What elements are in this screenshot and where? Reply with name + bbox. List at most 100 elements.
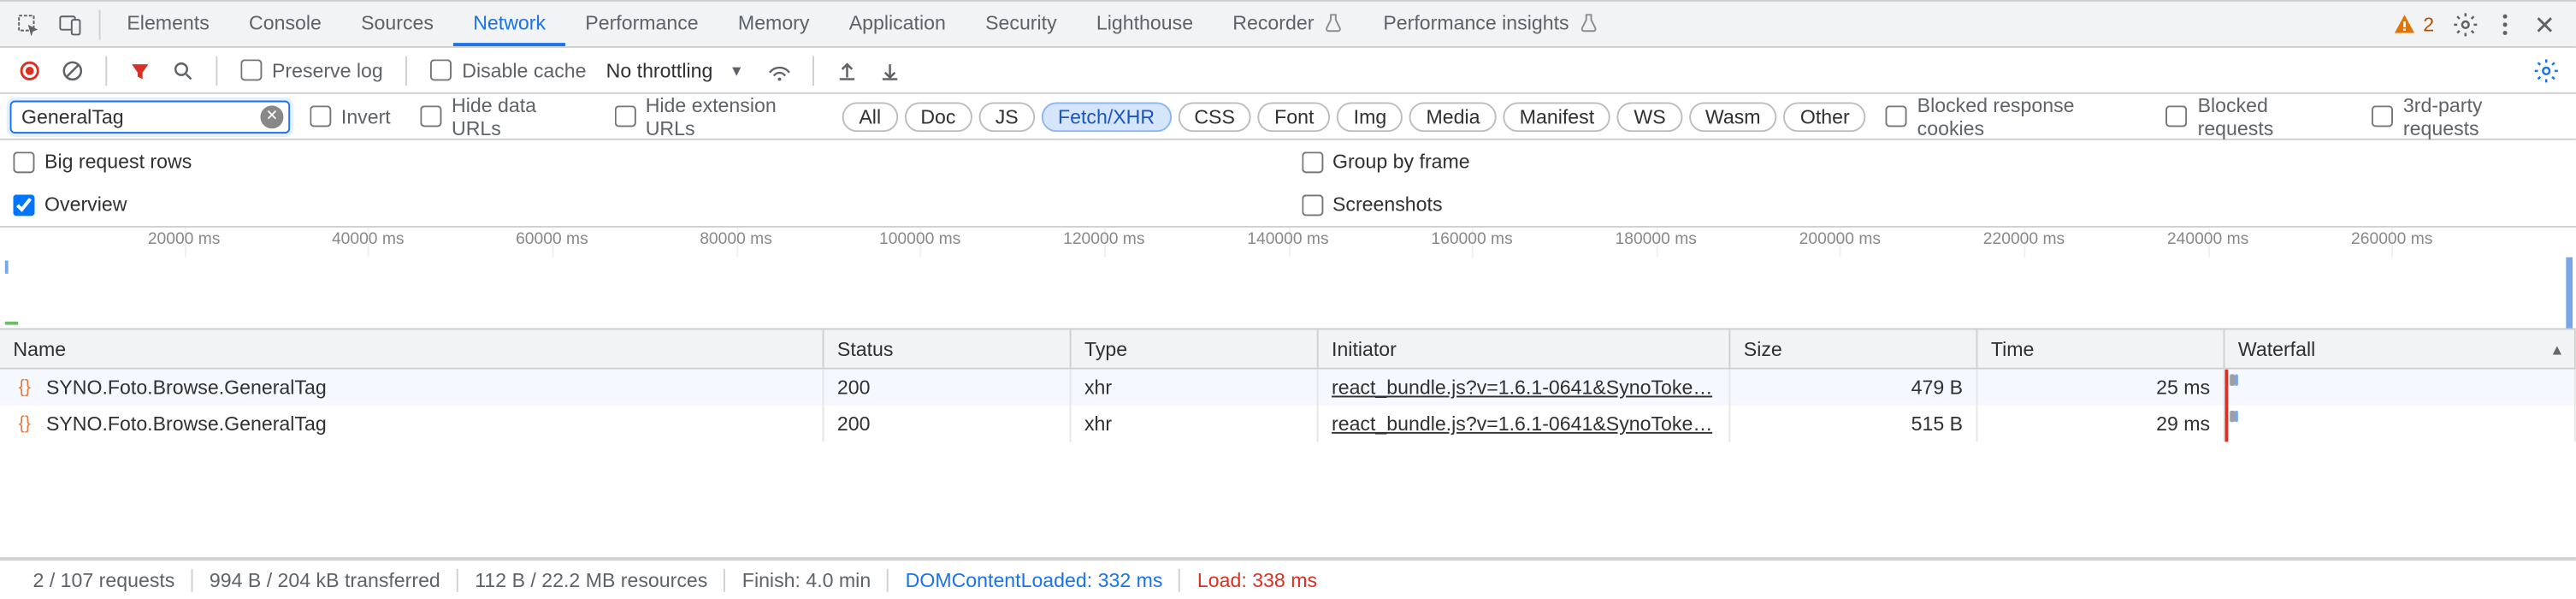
tab-lighthouse[interactable]: Lighthouse bbox=[1077, 2, 1213, 46]
resource-type-filters: AllDocJSFetch/XHRCSSFontImgMediaManifest… bbox=[842, 102, 1866, 132]
tick-label: 240000 ms bbox=[2167, 231, 2248, 249]
filter-icon[interactable] bbox=[121, 50, 160, 90]
network-conditions-icon[interactable] bbox=[760, 50, 800, 90]
clear-button[interactable] bbox=[53, 50, 92, 90]
network-options: Big request rows Overview Group by frame… bbox=[0, 140, 2576, 228]
network-toolbar: Preserve log Disable cache No throttling… bbox=[0, 48, 2576, 94]
hide-extension-urls-checkbox[interactable]: Hide extension URLs bbox=[605, 93, 833, 139]
clear-filter-icon[interactable]: ✕ bbox=[260, 104, 283, 128]
timeline-scrub[interactable] bbox=[0, 258, 2576, 329]
upload-har-icon[interactable] bbox=[828, 50, 867, 90]
type-filter-css[interactable]: CSS bbox=[1178, 102, 1251, 132]
third-party-label: 3rd-party requests bbox=[2403, 93, 2556, 139]
type-filter-js[interactable]: JS bbox=[978, 102, 1035, 132]
table-row[interactable]: {}SYNO.Foto.Browse.GeneralTag200xhrreact… bbox=[0, 370, 2576, 406]
gear-icon[interactable] bbox=[2448, 6, 2484, 42]
col-waterfall-label: Waterfall bbox=[2238, 337, 2315, 360]
type-filter-fetch-xhr[interactable]: Fetch/XHR bbox=[1042, 102, 1172, 132]
tab-security[interactable]: Security bbox=[966, 2, 1077, 46]
col-initiator[interactable]: Initiator bbox=[1319, 329, 1731, 367]
cell-initiator: react_bundle.js?v=1.6.1-0641&SynoToke… bbox=[1319, 406, 1731, 442]
blocked-requests-label: Blocked requests bbox=[2198, 93, 2343, 139]
type-filter-all[interactable]: All bbox=[842, 102, 897, 132]
tick-label: 60000 ms bbox=[516, 231, 588, 249]
tick-label: 260000 ms bbox=[2351, 231, 2432, 249]
col-time[interactable]: Time bbox=[1977, 329, 2224, 367]
requests-grid: Name Status Type Initiator Size Time Wat… bbox=[0, 329, 2576, 559]
tab-performance-insights[interactable]: Performance insights bbox=[1363, 2, 1618, 46]
tab-application[interactable]: Application bbox=[830, 2, 966, 46]
type-filter-other[interactable]: Other bbox=[1784, 102, 1866, 132]
disable-cache-label: Disable cache bbox=[462, 58, 586, 81]
timeline-end-handle[interactable] bbox=[2566, 258, 2573, 329]
warnings-badge[interactable]: 2 bbox=[2384, 12, 2444, 35]
search-icon[interactable] bbox=[163, 50, 203, 90]
col-type[interactable]: Type bbox=[1072, 329, 1319, 367]
separator bbox=[105, 56, 107, 86]
cell-waterfall bbox=[2224, 406, 2575, 442]
col-waterfall[interactable]: Waterfall▲ bbox=[2224, 329, 2575, 367]
record-button[interactable] bbox=[10, 50, 50, 90]
screenshots-checkbox[interactable]: Screenshots bbox=[1301, 193, 1442, 216]
cell-type: xhr bbox=[1072, 406, 1319, 442]
blocked-response-checkbox[interactable]: Blocked response cookies bbox=[1876, 93, 2146, 139]
tab-memory[interactable]: Memory bbox=[718, 2, 830, 46]
invert-label: Invert bbox=[341, 104, 391, 128]
throttling-value: No throttling bbox=[606, 58, 713, 81]
initiator-link[interactable]: react_bundle.js?v=1.6.1-0641&SynoToke… bbox=[1332, 412, 1712, 436]
type-filter-doc[interactable]: Doc bbox=[904, 102, 972, 132]
timeline-overview[interactable]: 20000 ms40000 ms60000 ms80000 ms100000 m… bbox=[0, 228, 2576, 329]
status-transferred: 994 B / 204 kB transferred bbox=[193, 568, 458, 591]
third-party-checkbox[interactable]: 3rd-party requests bbox=[2362, 93, 2567, 139]
cell-type: xhr bbox=[1072, 370, 1319, 406]
hide-data-urls-checkbox[interactable]: Hide data URLs bbox=[411, 93, 594, 139]
tab-performance[interactable]: Performance bbox=[565, 2, 718, 46]
type-filter-manifest[interactable]: Manifest bbox=[1503, 102, 1610, 132]
blocked-requests-checkbox[interactable]: Blocked requests bbox=[2156, 93, 2352, 139]
timeline-marker bbox=[5, 260, 9, 273]
type-filter-font[interactable]: Font bbox=[1258, 102, 1331, 132]
overview-checkbox[interactable]: Overview bbox=[13, 193, 127, 216]
type-filter-wasm[interactable]: Wasm bbox=[1689, 102, 1777, 132]
cell-size: 515 B bbox=[1730, 406, 1977, 442]
tab-network[interactable]: Network bbox=[453, 2, 565, 46]
group-by-frame-checkbox[interactable]: Group by frame bbox=[1301, 150, 1469, 173]
filter-input[interactable] bbox=[10, 100, 291, 133]
close-icon[interactable] bbox=[2526, 6, 2562, 42]
tab-sources[interactable]: Sources bbox=[341, 2, 453, 46]
type-filter-img[interactable]: Img bbox=[1337, 102, 1403, 132]
network-settings-icon[interactable] bbox=[2526, 50, 2566, 90]
table-row[interactable]: {}SYNO.Foto.Browse.GeneralTag200xhrreact… bbox=[0, 406, 2576, 442]
load-line bbox=[2224, 406, 2228, 442]
tab-console[interactable]: Console bbox=[229, 2, 341, 46]
status-bar: 2 / 107 requests 994 B / 204 kB transfer… bbox=[0, 559, 2576, 598]
big-rows-checkbox[interactable]: Big request rows bbox=[13, 150, 192, 173]
col-size[interactable]: Size bbox=[1730, 329, 1977, 367]
tick-label: 40000 ms bbox=[332, 231, 405, 249]
throttling-select[interactable]: No throttling ▼ bbox=[600, 58, 757, 81]
kebab-icon[interactable] bbox=[2487, 6, 2523, 42]
separator bbox=[813, 56, 815, 86]
col-status[interactable]: Status bbox=[824, 329, 1072, 367]
filter-bar: ✕ Invert Hide data URLs Hide extension U… bbox=[0, 94, 2576, 140]
preserve-log-label: Preserve log bbox=[272, 58, 383, 81]
grid-body[interactable]: {}SYNO.Foto.Browse.GeneralTag200xhrreact… bbox=[0, 370, 2576, 558]
download-har-icon[interactable] bbox=[871, 50, 910, 90]
wf-download bbox=[2235, 411, 2238, 422]
type-filter-media[interactable]: Media bbox=[1409, 102, 1497, 132]
device-toolbar-icon[interactable] bbox=[50, 3, 92, 45]
initiator-link[interactable]: react_bundle.js?v=1.6.1-0641&SynoToke… bbox=[1332, 376, 1712, 399]
col-name[interactable]: Name bbox=[0, 329, 824, 367]
cell-name: {}SYNO.Foto.Browse.GeneralTag bbox=[0, 406, 824, 442]
inspect-icon[interactable] bbox=[7, 3, 50, 45]
preserve-log-checkbox[interactable]: Preserve log bbox=[231, 58, 393, 81]
status-requests: 2 / 107 requests bbox=[16, 568, 191, 591]
load-line bbox=[2224, 370, 2228, 406]
type-filter-ws[interactable]: WS bbox=[1617, 102, 1682, 132]
disable-cache-checkbox[interactable]: Disable cache bbox=[421, 58, 596, 81]
tab-elements[interactable]: Elements bbox=[107, 2, 229, 46]
tick-label: 20000 ms bbox=[148, 231, 221, 249]
invert-checkbox[interactable]: Invert bbox=[300, 104, 401, 128]
tab-recorder[interactable]: Recorder bbox=[1213, 2, 1363, 46]
tick-label: 200000 ms bbox=[1799, 231, 1881, 249]
